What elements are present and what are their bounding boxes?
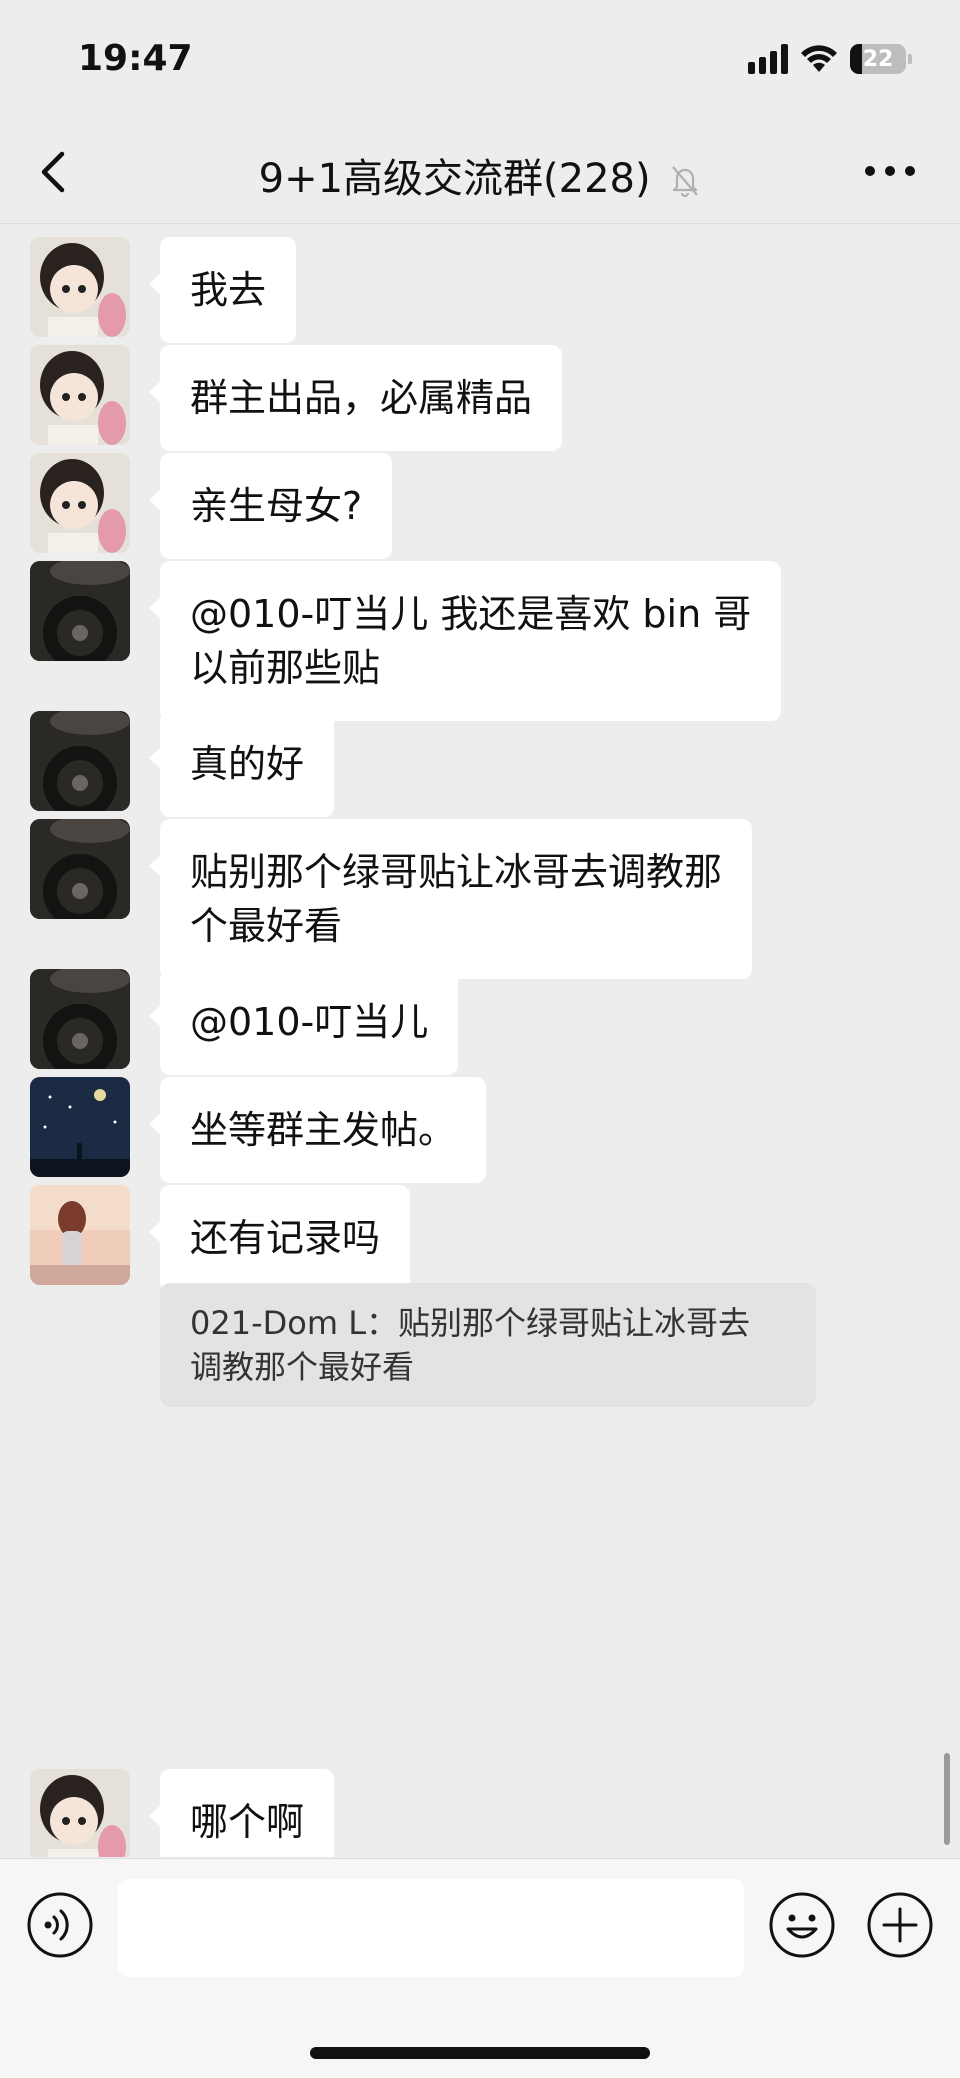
girl-cartoon-avatar[interactable] — [30, 453, 130, 553]
message-input[interactable] — [118, 1879, 744, 1977]
message-bubble[interactable]: 亲生母女? — [148, 453, 393, 559]
message-text: @010-叮当儿 — [190, 1000, 429, 1044]
scrollbar[interactable] — [944, 1753, 950, 1845]
input-bar — [0, 1858, 960, 2078]
message-bubble[interactable]: 真的好 — [148, 711, 335, 817]
battery-icon: 22 — [850, 44, 906, 74]
car-interior-avatar[interactable] — [30, 819, 130, 919]
message-text: 亲生母女? — [190, 484, 363, 528]
plus-icon[interactable] — [866, 1891, 934, 1959]
message-list[interactable]: 我去 群主出品，必属精品 亲生母女? @010-叮当儿 我还是喜欢 bin 哥 … — [0, 225, 960, 1857]
girl-cartoon-avatar[interactable] — [30, 237, 130, 337]
message-text: @010-叮当儿 我还是喜欢 bin 哥 — [190, 592, 752, 636]
message-text: 以前那些贴 — [190, 646, 381, 690]
quote-text: 021-Dom L：贴别那个绿哥贴让冰哥去 — [190, 1304, 751, 1342]
car-interior-avatar[interactable] — [30, 561, 130, 661]
message-bubble[interactable]: @010-叮当儿 — [148, 969, 459, 1075]
bell-slash-icon — [672, 166, 699, 198]
more-dots-icon[interactable] — [860, 156, 920, 186]
message-bubble[interactable]: 坐等群主发帖。 — [148, 1077, 487, 1183]
status-bar: 19:47 22 — [0, 0, 960, 120]
status-time: 19:47 — [78, 38, 193, 79]
chat-title-text: 9+1高级交流群(228) — [258, 156, 651, 202]
girl-cartoon-avatar[interactable] — [30, 345, 130, 445]
car-interior-avatar[interactable] — [30, 969, 130, 1069]
nav-bar: 9+1高级交流群(228) — [0, 120, 960, 224]
cellular-signal-icon — [748, 44, 788, 74]
voice-icon[interactable] — [26, 1891, 94, 1959]
car-interior-avatar[interactable] — [30, 711, 130, 811]
starry-night-avatar[interactable] — [30, 1077, 130, 1177]
girl-cartoon-avatar[interactable] — [30, 1769, 130, 1857]
quoted-message[interactable]: 021-Dom L：贴别那个绿哥贴让冰哥去 调教那个最好看 — [160, 1283, 816, 1407]
message-bubble[interactable]: @010-叮当儿 我还是喜欢 bin 哥 以前那些贴 — [148, 561, 782, 721]
message-bubble[interactable]: 还有记录吗 — [148, 1185, 411, 1291]
message-text: 贴别那个绿哥贴让冰哥去调教那 — [190, 850, 723, 894]
message-bubble[interactable]: 贴别那个绿哥贴让冰哥去调教那 个最好看 — [148, 819, 753, 979]
message-text: 还有记录吗 — [190, 1216, 381, 1260]
emoji-icon[interactable] — [768, 1891, 836, 1959]
chat-screen: 19:47 22 9+1高级交流群(228) 我去 群主出品，必属精品 亲生母女… — [0, 0, 960, 2078]
message-text: 群主出品，必属精品 — [190, 376, 533, 420]
status-icons: 22 — [748, 44, 912, 74]
message-text: 真的好 — [190, 742, 305, 786]
message-text: 我去 — [190, 268, 267, 312]
sunset-girl-avatar[interactable] — [30, 1185, 130, 1285]
message-bubble[interactable]: 群主出品，必属精品 — [148, 345, 563, 451]
battery-level: 22 — [862, 47, 894, 72]
chat-title: 9+1高级交流群(228) — [0, 146, 960, 204]
quote-text: 调教那个最好看 — [190, 1348, 415, 1386]
message-bubble[interactable]: 哪个啊 — [148, 1769, 335, 1857]
message-text: 哪个啊 — [190, 1800, 305, 1844]
home-indicator — [310, 2047, 650, 2059]
message-text: 个最好看 — [190, 904, 343, 948]
message-text: 坐等群主发帖。 — [190, 1108, 457, 1152]
wifi-icon — [801, 45, 837, 72]
message-bubble[interactable]: 我去 — [148, 237, 297, 343]
